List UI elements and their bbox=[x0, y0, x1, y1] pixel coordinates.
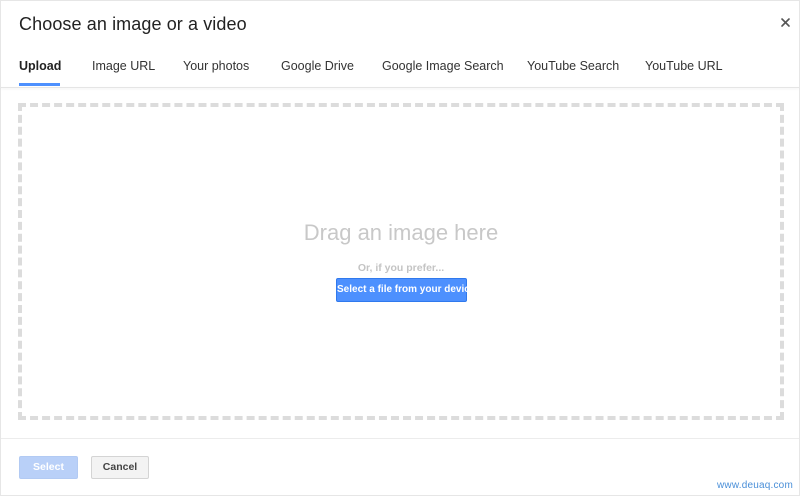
select-button[interactable]: Select bbox=[19, 456, 78, 479]
tab-your-photos[interactable]: Your photos bbox=[183, 51, 249, 85]
select-file-button[interactable]: Select a file from your device bbox=[336, 278, 475, 302]
tab-youtube-url[interactable]: YouTube URL bbox=[645, 51, 723, 85]
active-tab-indicator bbox=[19, 83, 60, 86]
cancel-button[interactable]: Cancel bbox=[91, 456, 149, 479]
tab-bar: Upload Image URL Your photos Google Driv… bbox=[1, 51, 799, 87]
watermark-text: www.deuaq.com bbox=[717, 480, 793, 491]
image-picker-dialog: Choose an image or a video Upload Image … bbox=[0, 0, 800, 496]
footer-divider bbox=[1, 438, 799, 439]
tab-image-url[interactable]: Image URL bbox=[92, 51, 155, 85]
tab-google-drive[interactable]: Google Drive bbox=[281, 51, 354, 85]
close-icon bbox=[777, 14, 795, 32]
close-button[interactable] bbox=[777, 14, 795, 32]
drag-here-text: Drag an image here bbox=[303, 220, 499, 245]
tab-youtube-search[interactable]: YouTube Search bbox=[527, 51, 619, 85]
dialog-title: Choose an image or a video bbox=[19, 14, 247, 34]
tab-upload[interactable]: Upload bbox=[19, 51, 61, 85]
tab-google-image-search[interactable]: Google Image Search bbox=[382, 51, 504, 85]
or-prefer-text: Or, if you prefer... bbox=[357, 262, 445, 274]
tabs-divider bbox=[1, 87, 799, 88]
